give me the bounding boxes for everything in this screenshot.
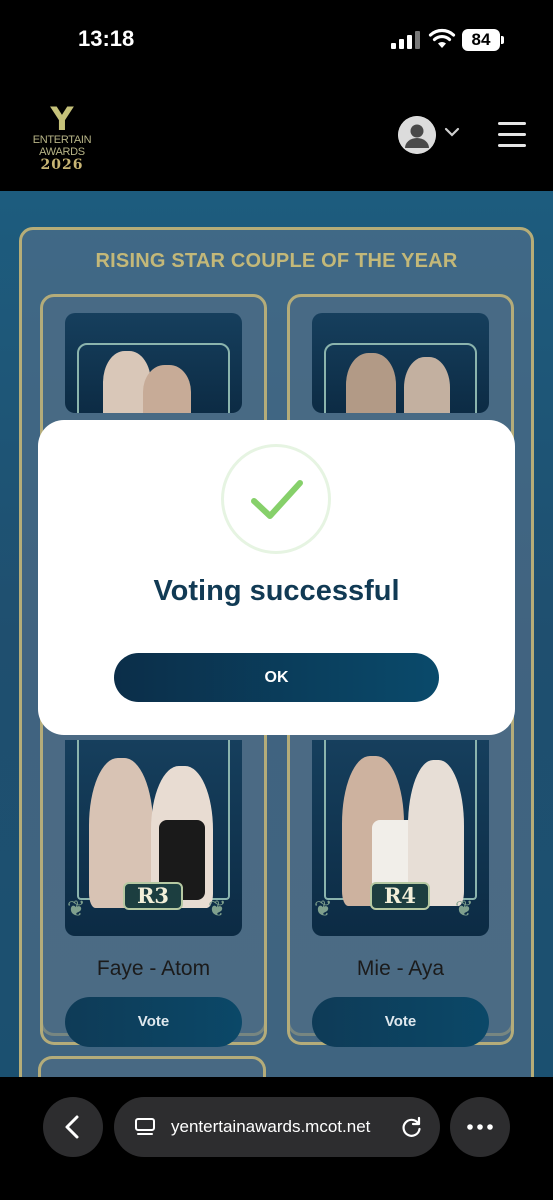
checkmark-icon bbox=[251, 480, 303, 519]
nominee-code-badge: R3 bbox=[123, 882, 183, 910]
vote-button[interactable]: Vote bbox=[312, 997, 489, 1047]
lotus-decoration-icon: ❦ bbox=[67, 896, 86, 921]
nominee-photo[interactable] bbox=[65, 313, 242, 413]
nominee-name: Faye - Atom bbox=[96, 957, 211, 980]
battery-tip bbox=[501, 36, 504, 44]
nominee-photo[interactable] bbox=[312, 313, 489, 413]
success-ring bbox=[221, 444, 331, 554]
cellular-signal-icon bbox=[391, 31, 421, 49]
lotus-decoration-icon: ❦ bbox=[314, 896, 333, 921]
voting-success-dialog: Voting successful OK bbox=[38, 420, 515, 735]
browser-toolbar: yentertainawards.mcot.net bbox=[0, 1077, 553, 1200]
more-button[interactable] bbox=[450, 1097, 510, 1157]
logo-letter: Y bbox=[50, 100, 74, 138]
dialog-title: Voting successful bbox=[153, 575, 400, 607]
wifi-icon bbox=[428, 28, 456, 48]
nominee-name: Mie - Aya bbox=[356, 957, 445, 980]
back-button[interactable] bbox=[43, 1097, 103, 1157]
lotus-decoration-icon: ❦ bbox=[455, 896, 474, 921]
logo-year: 2026 bbox=[40, 157, 84, 173]
nominee-photo-r3[interactable]: ❦ ❦ R3 bbox=[65, 740, 242, 936]
tabs-icon[interactable] bbox=[134, 1116, 156, 1138]
vote-button[interactable]: Vote bbox=[65, 997, 242, 1047]
battery-indicator: 84 bbox=[462, 29, 500, 51]
user-icon[interactable] bbox=[398, 116, 436, 154]
address-bar[interactable]: yentertainawards.mcot.net bbox=[114, 1097, 440, 1157]
chevron-down-icon[interactable] bbox=[444, 126, 460, 138]
reload-icon[interactable] bbox=[400, 1115, 424, 1139]
entertain-awards-logo[interactable]: Y ENTERTAIN AWARDS 2026 bbox=[28, 100, 96, 172]
status-time: 13:18 bbox=[78, 26, 135, 51]
app-header: Y ENTERTAIN AWARDS 2026 bbox=[0, 84, 553, 191]
hamburger-menu-icon[interactable] bbox=[498, 122, 526, 147]
lotus-decoration-icon: ❦ bbox=[208, 896, 227, 921]
next-nominee-card bbox=[38, 1056, 266, 1077]
category-title: RISING STAR COUPLE OF THE YEAR bbox=[95, 250, 458, 272]
ok-button[interactable]: OK bbox=[114, 653, 439, 702]
more-icon bbox=[467, 1124, 493, 1130]
logo-line-1: ENTERTAIN bbox=[32, 134, 92, 146]
url-text: yentertainawards.mcot.net bbox=[171, 1117, 371, 1136]
back-arrow-icon bbox=[65, 1115, 79, 1139]
nominee-photo-r4[interactable]: ❦ ❦ R4 bbox=[312, 740, 489, 936]
status-bar: 13:18 84 bbox=[0, 0, 553, 84]
nominee-code-badge: R4 bbox=[370, 882, 430, 910]
